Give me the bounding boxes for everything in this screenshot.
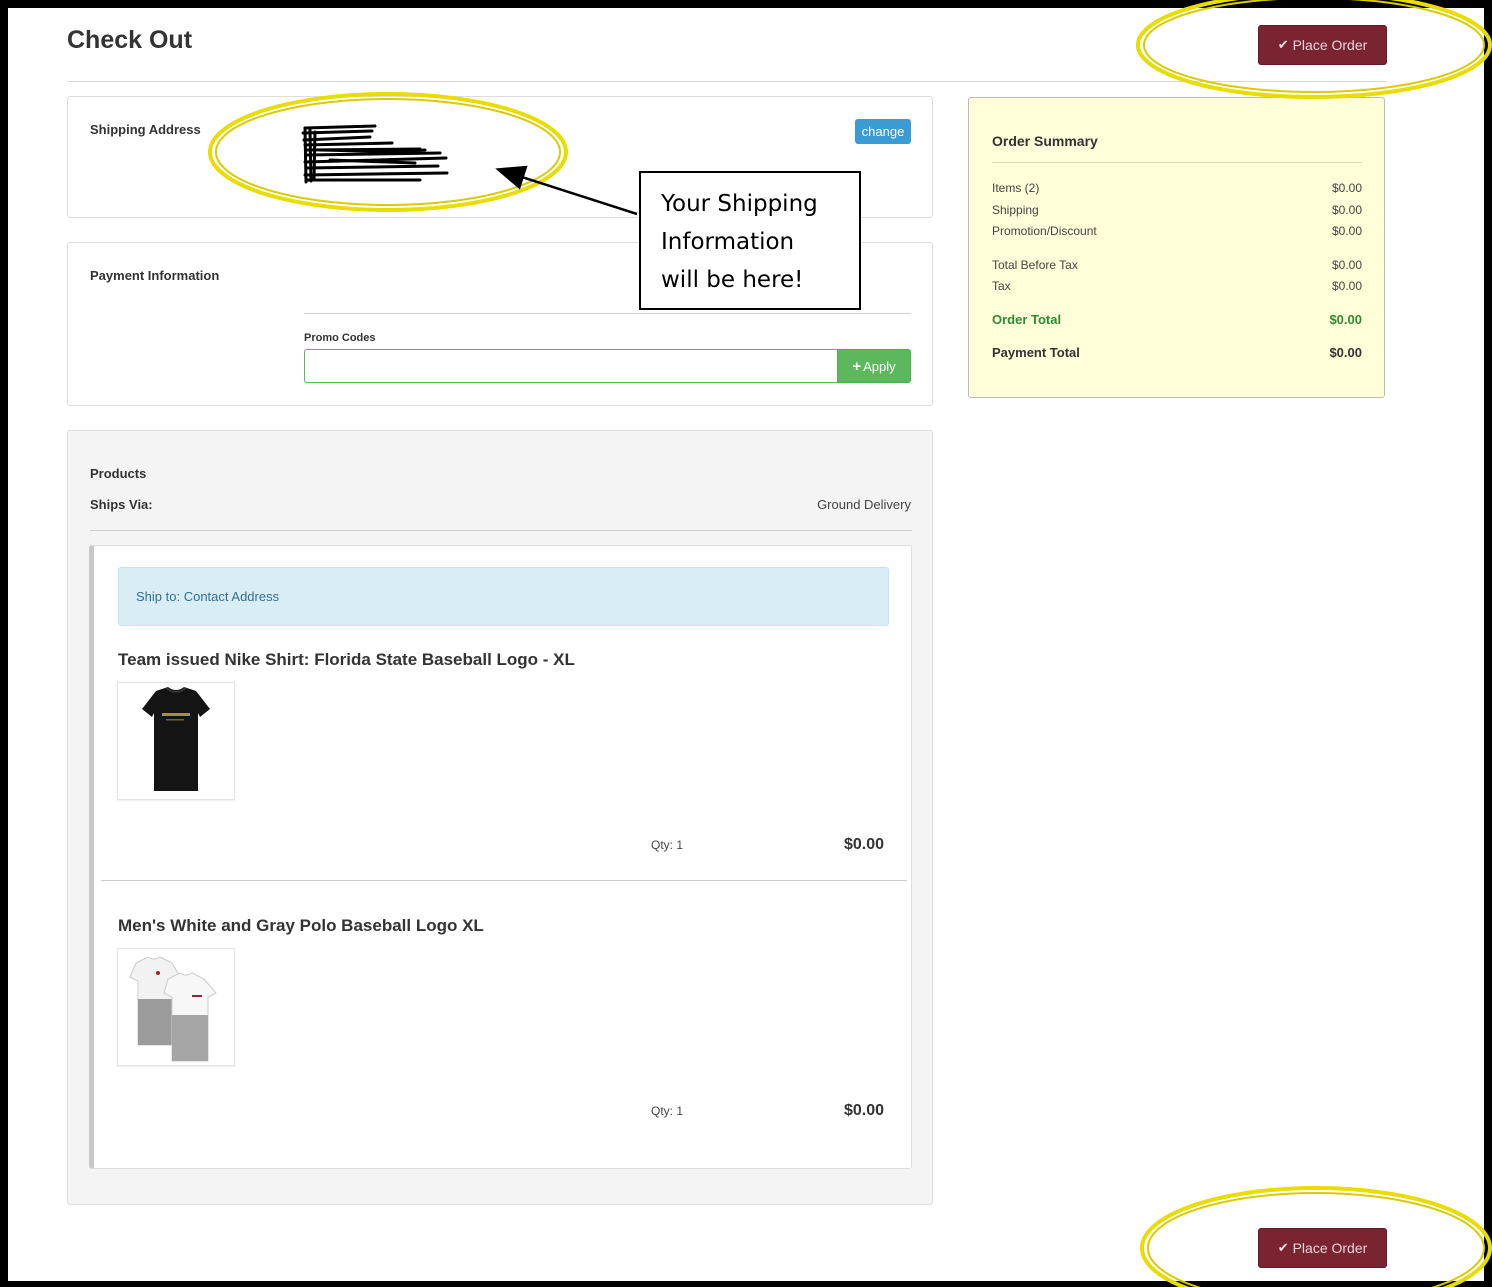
shipping-address-label: Shipping Address <box>90 122 201 137</box>
product-quantity: Qty: 1 <box>651 838 684 852</box>
summary-row-value: $0.00 <box>1331 258 1362 272</box>
summary-row-items: Items (2) $0.00 <box>992 181 1362 195</box>
order-summary-title: Order Summary <box>992 133 1098 149</box>
summary-row-value: $0.00 <box>1331 181 1362 195</box>
callout-line: Information <box>661 229 795 255</box>
callout-line: Your Shipping <box>661 191 818 217</box>
callout-line: will be here! <box>661 267 804 293</box>
item-divider <box>101 880 907 881</box>
products-divider <box>90 530 912 531</box>
summary-row-value: $0.00 <box>1331 279 1362 293</box>
place-order-label: Place Order <box>1292 37 1368 53</box>
payment-total-label: Payment Total <box>992 345 1080 360</box>
title-divider <box>67 81 1387 82</box>
annotation-callout: Your Shipping Information will be here! <box>639 171 861 310</box>
product-price: $0.00 <box>844 836 885 853</box>
summary-row-label: Tax <box>992 279 1011 293</box>
summary-row-shipping: Shipping $0.00 <box>992 203 1362 217</box>
shipment-card <box>89 545 912 1169</box>
place-order-button-bottom[interactable]: ✔ Place Order <box>1258 1228 1387 1268</box>
polo-shirts-image <box>129 956 217 1062</box>
page-title: Check Out <box>67 26 193 54</box>
place-order-label: Place Order <box>1292 1240 1368 1256</box>
check-icon: ✔ <box>1277 37 1289 52</box>
summary-order-total: Order Total $0.00 <box>992 312 1362 327</box>
order-total-value: $0.00 <box>1329 312 1362 327</box>
check-icon: ✔ <box>1277 1240 1289 1255</box>
order-total-label: Order Total <box>992 312 1062 327</box>
payment-total-value: $0.00 <box>1329 345 1362 360</box>
summary-row-label: Shipping <box>992 203 1039 217</box>
promo-code-input[interactable] <box>304 349 838 383</box>
summary-row-total-before-tax: Total Before Tax $0.00 <box>992 258 1362 272</box>
product-thumbnail[interactable] <box>117 948 235 1066</box>
ship-to-notice: Ship to: Contact Address <box>118 567 889 626</box>
summary-row-value: $0.00 <box>1331 203 1362 217</box>
apply-promo-button[interactable]: + Apply <box>837 349 911 383</box>
promo-codes-label: Promo Codes <box>304 332 376 344</box>
products-label: Products <box>90 466 147 481</box>
black-tshirt-image <box>142 687 210 791</box>
summary-divider <box>992 162 1362 163</box>
change-address-button[interactable]: change <box>855 119 911 144</box>
summary-row-promotion: Promotion/Discount $0.00 <box>992 224 1362 238</box>
summary-row-label: Items (2) <box>992 181 1040 195</box>
product-quantity: Qty: 1 <box>651 1104 684 1118</box>
place-order-button-top[interactable]: ✔ Place Order <box>1258 25 1387 65</box>
payment-information-label: Payment Information <box>90 268 220 283</box>
summary-row-tax: Tax $0.00 <box>992 279 1362 293</box>
summary-payment-total: Payment Total $0.00 <box>992 345 1362 360</box>
summary-row-value: $0.00 <box>1331 224 1362 238</box>
summary-row-label: Promotion/Discount <box>992 224 1097 238</box>
product-name[interactable]: Men's White and Gray Polo Baseball Logo … <box>118 916 484 936</box>
product-price: $0.00 <box>844 1102 885 1119</box>
payment-divider <box>304 313 911 314</box>
ships-via-label: Ships Via: <box>90 497 153 512</box>
product-thumbnail[interactable] <box>117 682 235 800</box>
ships-via-value: Ground Delivery <box>817 497 911 512</box>
plus-icon: + <box>852 357 862 375</box>
apply-label: Apply <box>863 358 896 374</box>
order-summary-panel: Order Summary Items (2) $0.00 Shipping $… <box>968 97 1385 398</box>
summary-row-label: Total Before Tax <box>992 258 1078 272</box>
product-name[interactable]: Team issued Nike Shirt: Florida State Ba… <box>118 650 575 670</box>
